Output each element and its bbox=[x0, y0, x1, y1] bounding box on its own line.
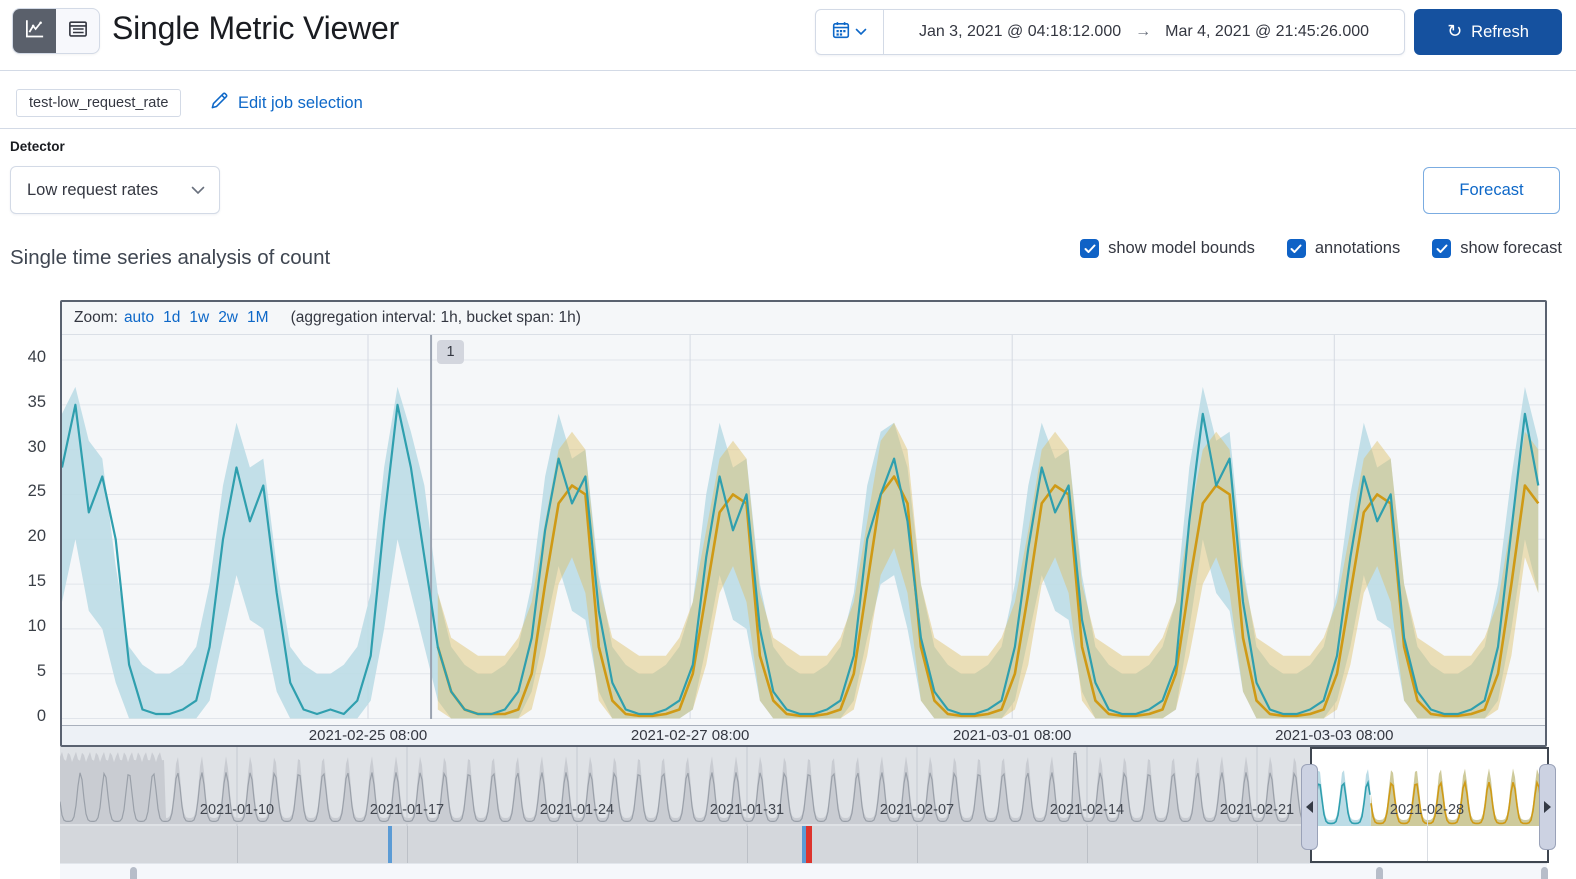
start-date[interactable]: Jan 3, 2021 @ 04:18:12.000 bbox=[919, 23, 1121, 41]
annotation-marker-red[interactable] bbox=[805, 826, 812, 863]
checkbox-box bbox=[1080, 239, 1100, 258]
brush-left-handle[interactable] bbox=[1301, 764, 1318, 850]
checkbox-label: show forecast bbox=[1460, 239, 1562, 257]
x-axis-tick-label: 2021-02-25 08:00 bbox=[308, 727, 428, 744]
context-week-label: 2021-01-10 bbox=[199, 802, 275, 818]
aggregation-note: (aggregation interval: 1h, bucket span: … bbox=[290, 309, 581, 326]
swimlane-week-separator bbox=[407, 826, 408, 863]
x-axis-tick-label: 2021-02-27 08:00 bbox=[630, 727, 750, 744]
chevron-down-icon bbox=[855, 23, 867, 41]
zoom-label: Zoom: bbox=[74, 309, 118, 326]
swimlane-week-separator bbox=[917, 826, 918, 863]
refresh-button[interactable]: ↻ Refresh bbox=[1414, 9, 1562, 55]
caret-right-icon bbox=[1544, 801, 1551, 813]
context-week-label: 2021-02-07 bbox=[879, 802, 955, 818]
checkbox-label: show model bounds bbox=[1108, 239, 1255, 257]
checkbox-show-forecast[interactable]: show forecast bbox=[1432, 239, 1562, 258]
zoom-option-1w[interactable]: 1w bbox=[189, 309, 209, 327]
y-axis-tick-label: 15 bbox=[27, 572, 46, 591]
context-week-label: 2021-01-31 bbox=[709, 802, 785, 818]
zoom-option-1d[interactable]: 1d bbox=[163, 309, 180, 327]
swimlane-week-separator bbox=[747, 826, 748, 863]
caret-left-icon bbox=[1306, 801, 1313, 813]
detector-select[interactable]: Low request rates bbox=[10, 166, 220, 214]
checkbox-label: annotations bbox=[1314, 239, 1401, 257]
swimlane-week-separator bbox=[577, 826, 578, 863]
view-toggle-group bbox=[12, 8, 100, 54]
header-divider bbox=[0, 70, 1576, 71]
date-picker-menu-button[interactable] bbox=[816, 10, 884, 54]
context-week-label: 2021-02-14 bbox=[1049, 802, 1125, 818]
zoom-links: auto 1d 1w 2w 1M bbox=[124, 309, 271, 327]
zoom-option-auto[interactable]: auto bbox=[124, 309, 154, 327]
section-heading: Single time series analysis of count bbox=[10, 246, 331, 269]
brush-right-handle[interactable] bbox=[1539, 764, 1556, 850]
annotation-marker-blue[interactable] bbox=[388, 826, 393, 863]
line-chart-icon bbox=[25, 19, 45, 44]
chart-controls: show model bounds annotations show forecas… bbox=[1080, 239, 1562, 258]
annotation-capsule[interactable] bbox=[1376, 867, 1383, 879]
swimlane-week-separator bbox=[1257, 826, 1258, 863]
annotation-capsule[interactable] bbox=[1541, 867, 1549, 879]
zoom-toolbar: Zoom: auto 1d 1w 2w 1M (aggregation interval… bbox=[62, 302, 1545, 335]
edit-job-selection-label: Edit job selection bbox=[238, 93, 363, 112]
single-metric-viewer-page: Single Metric Viewer Jan 3, 2021 @ 04:18… bbox=[0, 0, 1576, 879]
date-range-arrow: → bbox=[1135, 23, 1152, 40]
y-axis-tick-label: 10 bbox=[27, 616, 46, 635]
page-title: Single Metric Viewer bbox=[112, 10, 400, 46]
refresh-icon: ↻ bbox=[1447, 21, 1463, 42]
checkbox-box bbox=[1432, 239, 1452, 258]
detector-selected-value: Low request rates bbox=[27, 180, 159, 199]
date-range-display: Jan 3, 2021 @ 04:18:12.000 → Mar 4, 2021… bbox=[884, 23, 1404, 41]
y-axis-tick-label: 40 bbox=[27, 348, 46, 366]
y-axis-tick-label: 0 bbox=[36, 706, 46, 725]
edit-job-selection-link[interactable]: Edit job selection bbox=[210, 91, 363, 115]
swimlane-week-separator bbox=[237, 826, 238, 863]
y-axis-tick-label: 20 bbox=[27, 527, 46, 546]
refresh-label: Refresh bbox=[1471, 22, 1529, 41]
checkbox-box bbox=[1286, 239, 1306, 258]
y-axis-tick-label: 30 bbox=[27, 437, 46, 456]
zoom-option-2w[interactable]: 2w bbox=[218, 309, 238, 327]
x-axis-tick-label: 2021-03-01 08:00 bbox=[952, 727, 1072, 744]
toolbar-divider bbox=[0, 128, 1576, 129]
main-chart-x-axis: 2021-02-25 08:00 2021-02-27 08:00 2021-03-… bbox=[62, 725, 1545, 745]
annotation-badge[interactable]: 1 bbox=[437, 340, 465, 364]
context-week-label: 2021-01-17 bbox=[369, 802, 445, 818]
x-axis-tick-label: 2021-03-03 08:00 bbox=[1275, 727, 1394, 744]
time-series-chart-card: Zoom: auto 1d 1w 2w 1M (aggregation interval… bbox=[60, 300, 1547, 747]
main-time-series-plot[interactable]: 1 bbox=[60, 335, 1545, 725]
calendar-icon bbox=[832, 21, 850, 44]
end-date[interactable]: Mar 4, 2021 @ 21:45:26.000 bbox=[1165, 23, 1369, 41]
detector-label: Detector bbox=[10, 139, 65, 154]
annotation-capsule[interactable] bbox=[130, 867, 138, 879]
zoom-option-1M[interactable]: 1M bbox=[247, 309, 269, 327]
main-chart-svg bbox=[60, 335, 1545, 719]
pencil-icon bbox=[210, 91, 229, 115]
y-axis-tick-label: 25 bbox=[27, 482, 46, 501]
job-badge[interactable]: test-low_request_rate bbox=[16, 89, 182, 117]
table-view-button[interactable] bbox=[56, 9, 99, 53]
forecast-button[interactable]: Forecast bbox=[1423, 167, 1560, 214]
select-chevron-down-icon bbox=[191, 181, 205, 200]
date-range-picker: Jan 3, 2021 @ 04:18:12.000 → Mar 4, 2021… bbox=[815, 9, 1405, 55]
y-axis-tick-label: 35 bbox=[27, 392, 46, 411]
checkbox-annotations[interactable]: annotations bbox=[1286, 239, 1401, 258]
chart-view-button[interactable] bbox=[13, 9, 56, 53]
y-axis-tick-label: 5 bbox=[36, 661, 46, 680]
checkbox-show-model-bounds[interactable]: show model bounds bbox=[1080, 239, 1255, 258]
context-week-label: 2021-02-28 bbox=[1389, 802, 1465, 818]
context-week-label: 2021-01-24 bbox=[539, 802, 615, 818]
table-icon bbox=[68, 19, 88, 44]
annotations-track bbox=[60, 863, 1549, 879]
swimlane-week-separator bbox=[1087, 826, 1088, 863]
